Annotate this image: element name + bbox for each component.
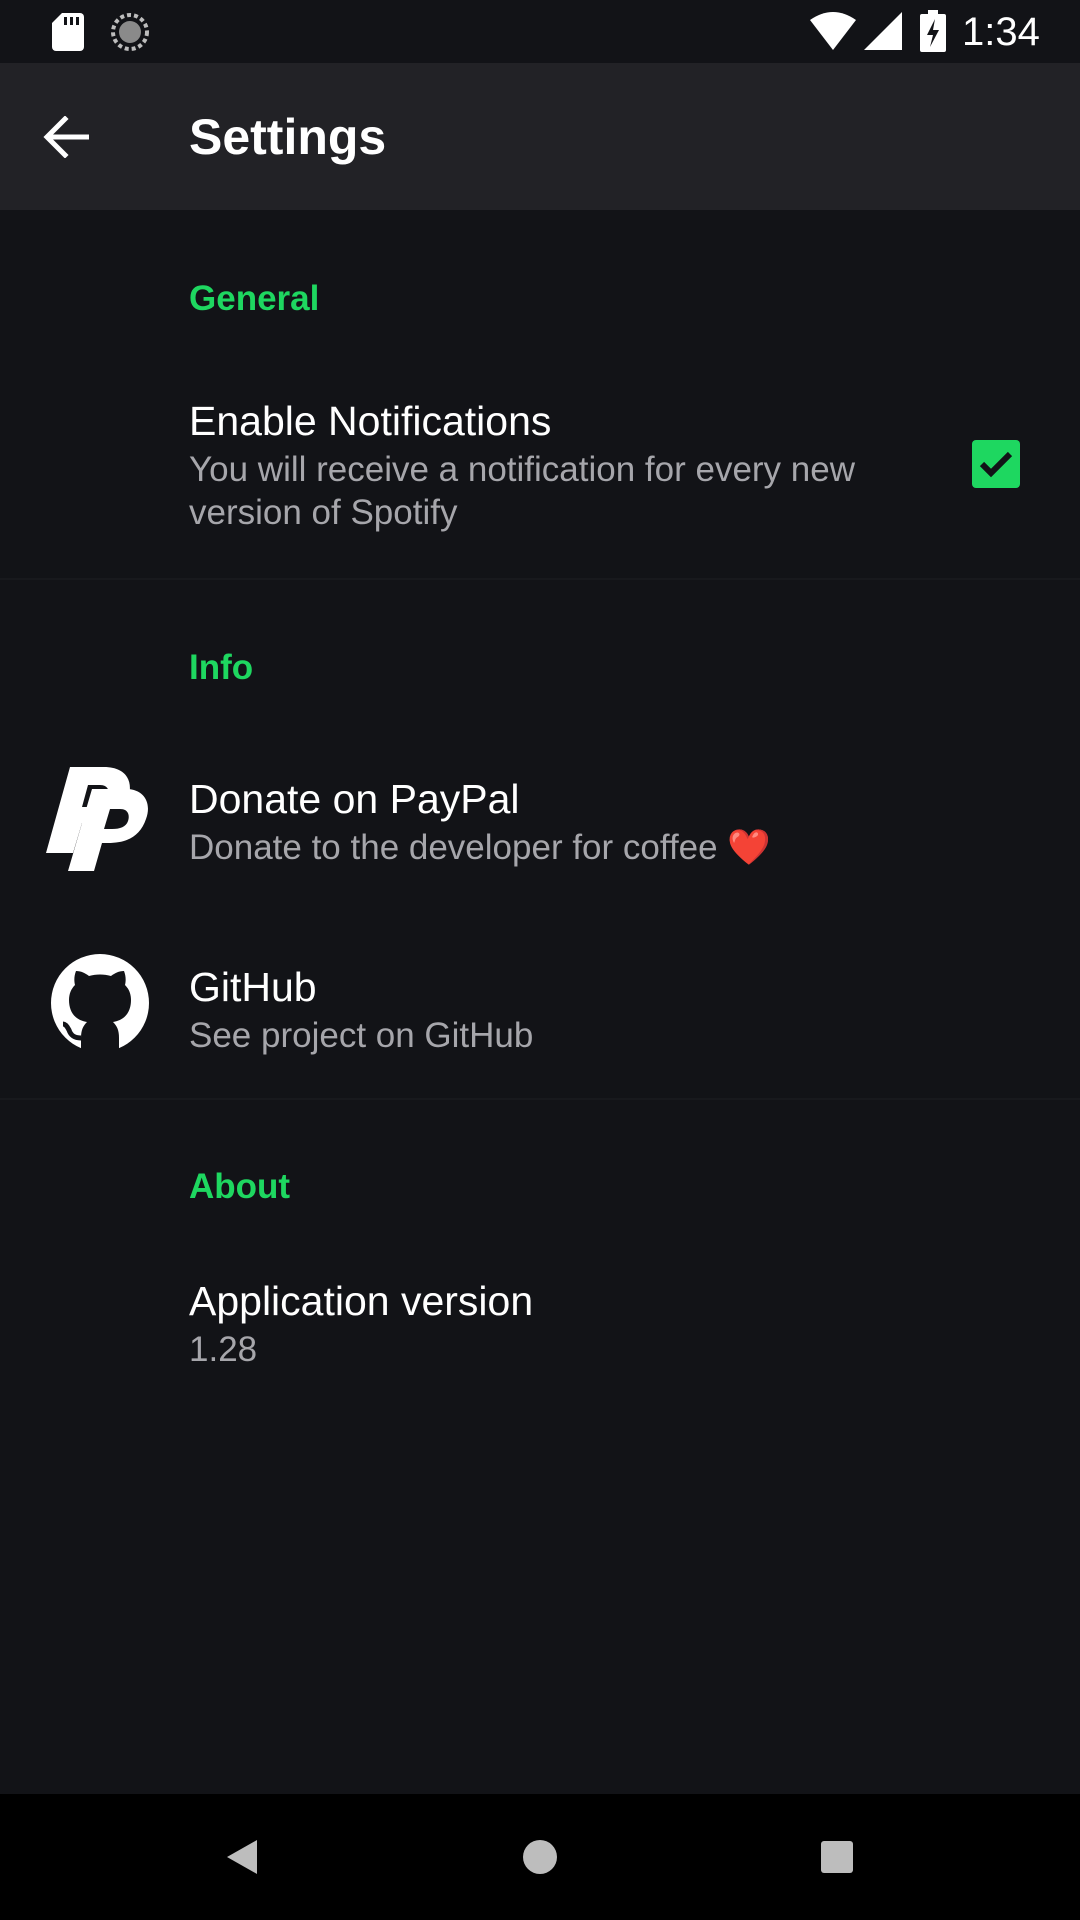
paypal-icon (46, 767, 148, 871)
back-button[interactable] (34, 105, 98, 169)
sync-icon (111, 13, 149, 51)
system-nav-bar (0, 1794, 1080, 1920)
pref-github[interactable]: GitHub See project on GitHub (0, 910, 1080, 1100)
pref-title: Enable Notifications (189, 398, 552, 444)
section-header-general: General (189, 279, 320, 318)
app-bar: Settings (0, 63, 1080, 210)
pref-application-version[interactable]: Application version 1.28 (0, 1240, 1080, 1400)
pref-title: Donate on PayPal (189, 776, 520, 822)
section-header-info: Info (189, 648, 254, 687)
nav-home-icon (523, 1840, 557, 1874)
github-icon (51, 954, 149, 1052)
pref-summary: See project on GitHub (189, 1016, 534, 1055)
pref-enable-notifications[interactable]: Enable Notifications You will receive a … (0, 360, 1080, 580)
divider (0, 1098, 1080, 1100)
battery-charging-icon (920, 10, 946, 52)
signal-icon (864, 12, 902, 50)
pref-summary: You will receive a notification for ever… (189, 450, 855, 532)
section-header-about: About (189, 1167, 291, 1206)
page-title: Settings (189, 109, 387, 165)
pref-title: GitHub (189, 964, 317, 1010)
pref-donate-paypal[interactable]: Donate on PayPal Donate to the developer… (0, 720, 1080, 900)
arrow-back-icon (43, 116, 89, 158)
pref-summary: 1.28 (189, 1330, 258, 1369)
status-time: 1:34 (962, 10, 1040, 54)
nav-back-icon (227, 1840, 257, 1874)
check-icon (979, 451, 1013, 478)
nav-home-button[interactable] (510, 1827, 570, 1887)
notifications-checkbox[interactable] (972, 440, 1020, 488)
status-bar: 1:34 (0, 0, 1080, 63)
pref-title: Application version (189, 1278, 534, 1324)
nav-recents-button[interactable] (807, 1827, 867, 1887)
pref-summary: Donate to the developer for coffee ❤️ (189, 828, 771, 867)
divider (0, 578, 1080, 580)
sd-card-icon (52, 13, 84, 51)
nav-recents-icon (821, 1841, 853, 1873)
wifi-icon (810, 12, 856, 50)
nav-back-button[interactable] (212, 1827, 272, 1887)
